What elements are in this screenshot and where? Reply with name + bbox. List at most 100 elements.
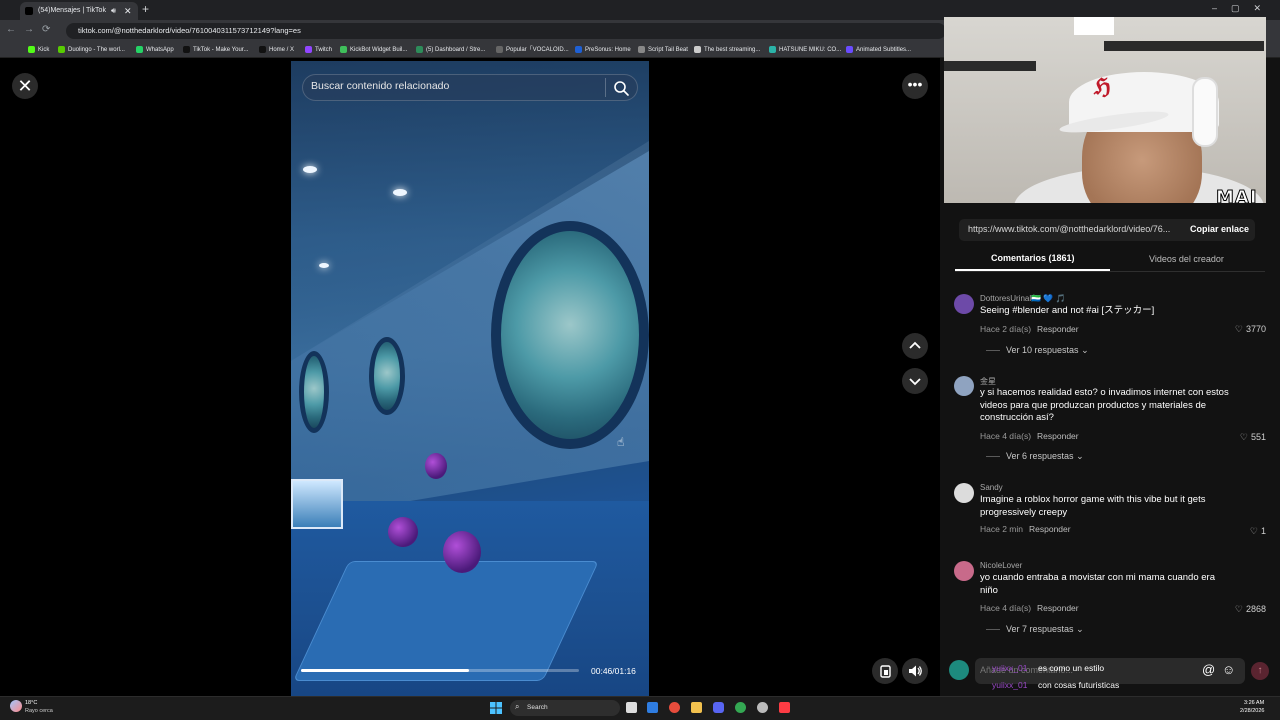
like-button[interactable]: ♡ 2868 bbox=[1235, 604, 1266, 615]
emoji-icon[interactable]: ☺ bbox=[1222, 662, 1235, 677]
view-replies-label: Ver 7 respuestas bbox=[1006, 624, 1074, 634]
bookmark-item[interactable]: The best streaming... bbox=[694, 44, 760, 56]
webcam-box bbox=[1074, 17, 1114, 35]
comment-username[interactable]: NicoleLover bbox=[980, 561, 1022, 570]
more-options-icon[interactable]: ••• bbox=[902, 73, 928, 99]
miniplayer-icon bbox=[880, 665, 891, 678]
bookmark-item[interactable]: Twitch bbox=[305, 44, 332, 56]
chrome-icon[interactable] bbox=[735, 702, 746, 713]
bookmark-item[interactable]: Kick bbox=[28, 44, 49, 56]
volume-button[interactable] bbox=[902, 658, 928, 684]
settings-icon[interactable] bbox=[757, 702, 768, 713]
bookmark-favicon-icon bbox=[183, 45, 190, 53]
bookmark-item[interactable]: Home / X bbox=[259, 44, 294, 56]
like-button[interactable]: ♡ 3770 bbox=[1235, 324, 1266, 335]
task-view-icon[interactable] bbox=[626, 702, 637, 713]
view-replies-button[interactable]: Ver 7 respuestas ⌄ bbox=[986, 624, 1084, 635]
video-player[interactable] bbox=[291, 61, 649, 696]
like-button[interactable]: ♡ 551 bbox=[1240, 432, 1266, 443]
app-icon[interactable] bbox=[669, 702, 680, 713]
address-bar[interactable]: tiktok.com/@notthedarklord/video/7610040… bbox=[66, 23, 946, 39]
comment-item: DottoresUrinal🇸🇱 💙 🎵 Seeing #blender and… bbox=[954, 294, 1274, 358]
comment-text: Imagine a roblox horror game with this v… bbox=[980, 494, 1206, 518]
bookmark-item[interactable]: Duolingo - The worl... bbox=[58, 44, 125, 56]
send-button[interactable]: ↑ bbox=[1251, 662, 1269, 680]
avatar[interactable] bbox=[954, 561, 974, 581]
bookmark-favicon-icon bbox=[694, 45, 701, 53]
comment-username[interactable]: DottoresUrinal🇸🇱 💙 🎵 bbox=[980, 294, 1065, 303]
webcam-shelf bbox=[944, 61, 1036, 71]
window-controls[interactable]: –▢✕ bbox=[1212, 3, 1275, 14]
discord-icon[interactable] bbox=[713, 702, 724, 713]
bookmark-item[interactable]: (5) Dashboard / Stre... bbox=[416, 44, 485, 56]
cap-logo-icon: ℌ bbox=[1094, 74, 1111, 100]
comment-item: Sandy Imagine a roblox horror game with … bbox=[954, 483, 1274, 543]
windows-start-icon[interactable] bbox=[490, 702, 502, 714]
weather-icon[interactable] bbox=[10, 700, 22, 712]
video-frame-aquarium bbox=[291, 479, 343, 529]
tab-close-icon[interactable]: ✕ bbox=[124, 2, 132, 20]
browser-tab[interactable]: (54)Mensajes | TikTok 🔊︎ ✕ bbox=[20, 2, 138, 20]
bookmark-label: Animated Subtitles... bbox=[856, 47, 912, 53]
music-app-icon[interactable] bbox=[779, 702, 790, 713]
bookmark-item[interactable]: PreSonus: Home bbox=[575, 44, 631, 56]
replies-dash bbox=[986, 456, 1000, 458]
avatar[interactable] bbox=[954, 376, 974, 396]
view-replies-button[interactable]: Ver 6 respuestas ⌄ bbox=[986, 451, 1084, 462]
bookmark-label: KickBot Widget Buil... bbox=[350, 47, 408, 53]
tab-comments[interactable]: Comentarios (1861) bbox=[991, 253, 1075, 263]
replies-dash bbox=[986, 629, 1000, 631]
comment-username[interactable]: Sandy bbox=[980, 483, 1003, 492]
bookmark-item[interactable]: Script Tail Beat bbox=[638, 44, 688, 56]
close-icon[interactable]: ✕ bbox=[12, 73, 38, 99]
edge-icon[interactable] bbox=[647, 702, 658, 713]
file-explorer-icon[interactable] bbox=[691, 702, 702, 713]
comment-time: Hace 4 día(s) bbox=[980, 431, 1032, 441]
bookmark-label: TikTok - Make Your... bbox=[193, 47, 249, 53]
heart-icon: ♡ bbox=[1234, 604, 1243, 614]
new-tab-button[interactable]: + bbox=[142, 2, 149, 16]
tiktok-favicon-icon bbox=[25, 7, 33, 15]
taskbar-search-label: Search bbox=[527, 704, 548, 711]
mention-icon[interactable]: @ bbox=[1202, 662, 1215, 677]
tab-audio-icon[interactable]: 🔊︎ bbox=[111, 2, 116, 20]
search-icon[interactable] bbox=[612, 79, 630, 97]
bookmark-label: Home / X bbox=[269, 47, 295, 53]
video-frame-sphere bbox=[425, 453, 447, 479]
comment-username[interactable]: 金星 bbox=[980, 376, 996, 387]
avatar[interactable] bbox=[954, 294, 974, 314]
next-video-button[interactable] bbox=[902, 368, 928, 394]
miniplayer-button[interactable] bbox=[872, 658, 898, 684]
reply-button[interactable]: Responder bbox=[1029, 524, 1071, 534]
bookmark-item[interactable]: Popular「VOCALOID... bbox=[496, 44, 569, 56]
nav-buttons[interactable]: ←→⟳ bbox=[6, 24, 58, 35]
bookmark-label: The best streaming... bbox=[704, 47, 761, 53]
reply-button[interactable]: Responder bbox=[1037, 603, 1079, 613]
avatar[interactable] bbox=[954, 483, 974, 503]
copy-link-button[interactable]: Copiar enlace bbox=[1190, 224, 1249, 234]
reply-button[interactable]: Responder bbox=[1037, 324, 1079, 334]
bookmark-item[interactable]: TikTok - Make Your... bbox=[183, 44, 248, 56]
tab-creator-videos[interactable]: Videos del creador bbox=[1149, 254, 1224, 264]
comment-time: Hace 2 min bbox=[980, 524, 1023, 534]
headphones-icon bbox=[1192, 77, 1218, 147]
bookmark-item[interactable]: WhatsApp bbox=[136, 44, 174, 56]
like-button[interactable]: ♡ 1 bbox=[1250, 526, 1266, 537]
reply-button[interactable]: Responder bbox=[1037, 431, 1079, 441]
bookmark-favicon-icon bbox=[638, 45, 645, 53]
video-frame-porthole bbox=[369, 337, 405, 415]
comment-time: Hace 4 día(s) bbox=[980, 603, 1032, 613]
bookmark-favicon-icon bbox=[769, 45, 776, 53]
previous-video-button[interactable] bbox=[902, 333, 928, 359]
bookmark-item[interactable]: Animated Subtitles... bbox=[846, 44, 911, 56]
chat-overlay-message: con cosas futuristicas bbox=[1038, 680, 1120, 690]
video-frame-light bbox=[303, 166, 317, 173]
comment-time: Hace 2 día(s) bbox=[980, 324, 1032, 334]
bookmark-item[interactable]: HATSUNE MIKU: CO... bbox=[769, 44, 841, 56]
heart-icon: ♡ bbox=[1239, 432, 1248, 442]
comment-meta: Hace 4 día(s) Responder bbox=[980, 431, 1079, 441]
volume-icon bbox=[909, 665, 922, 677]
bookmark-item[interactable]: KickBot Widget Buil... bbox=[340, 44, 407, 56]
view-replies-button[interactable]: Ver 10 respuestas ⌄ bbox=[986, 345, 1089, 356]
view-replies-label: Ver 6 respuestas bbox=[1006, 451, 1074, 461]
